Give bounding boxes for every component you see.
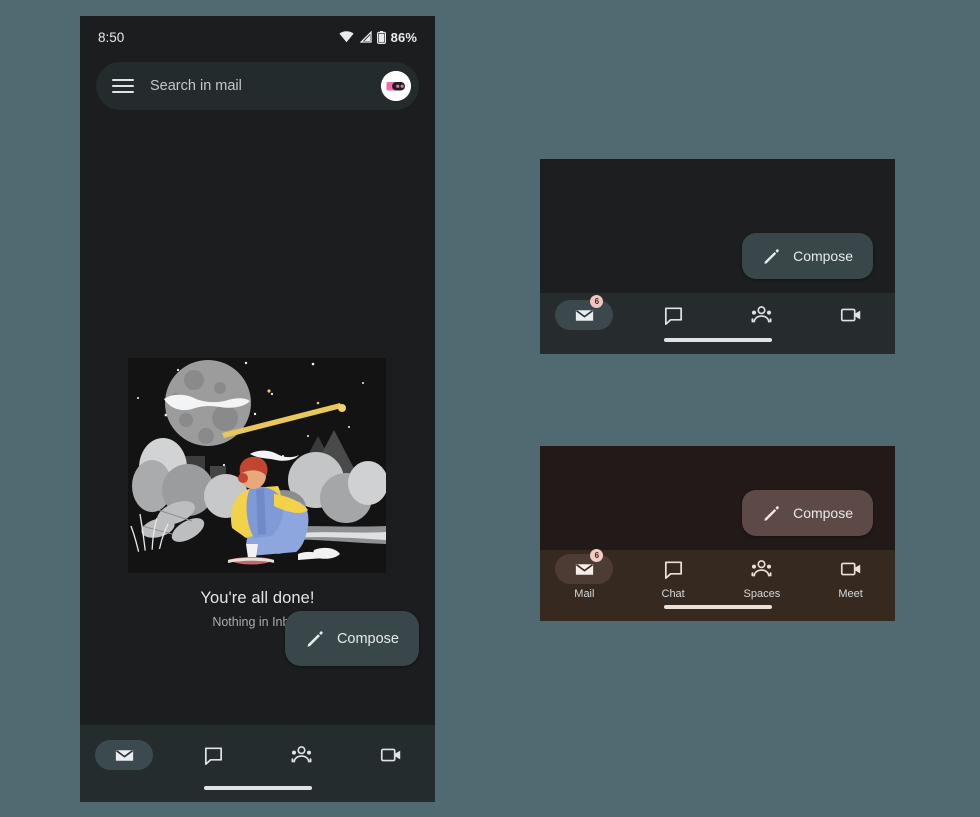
spaces-people-icon (749, 557, 774, 582)
nav-label-mail: Mail (574, 588, 595, 600)
nav-item-mail[interactable] (80, 725, 169, 785)
gesture-bar-area (80, 785, 435, 802)
pencil-icon (305, 629, 325, 649)
nav-item-chat-brown[interactable]: Chat (629, 550, 718, 604)
nav-item-mail-brown[interactable]: 6 Mail (540, 549, 629, 604)
nav-item-spaces-brown[interactable]: Spaces (718, 550, 807, 604)
pencil-icon (762, 504, 781, 523)
hamburger-menu-icon[interactable] (112, 79, 134, 93)
signal-icon (359, 31, 372, 43)
nav-pill-spaces (273, 740, 331, 770)
status-bar: 8:50 86% (80, 16, 435, 58)
search-bar[interactable]: Search in mail (96, 62, 419, 110)
compose-button[interactable]: Compose (284, 611, 419, 666)
battery-icon (376, 30, 386, 44)
bottom-navigation-bar-brown: 6 Mail Chat Spaces Meet (540, 549, 895, 604)
gesture-bar-brown[interactable] (663, 605, 772, 609)
nav-pill-mail-brown: 6 (555, 549, 614, 584)
nav-item-meet-dark[interactable] (806, 293, 895, 337)
gesture-bar-dark[interactable] (663, 338, 772, 342)
compose-button-label: Compose (336, 630, 399, 647)
video-camera-icon (379, 743, 403, 767)
gesture-bar[interactable] (203, 786, 312, 790)
video-camera-icon (839, 557, 863, 581)
account-avatar[interactable] (381, 71, 411, 101)
nav-pill-chat-dark (644, 300, 702, 330)
phone-screen-main: 8:50 86% Search in mail You're all done!… (80, 16, 435, 802)
search-bar-container: Search in mail (80, 62, 435, 110)
nav-pill-chat (184, 740, 242, 770)
compose-button-brown[interactable]: Compose (742, 490, 873, 536)
page-title: You're all done! (200, 589, 315, 607)
video-camera-icon (839, 303, 863, 327)
nav-item-spaces[interactable] (258, 725, 347, 785)
mail-badge-brown: 6 (590, 549, 604, 562)
panel-dark-body: Compose (540, 159, 895, 293)
status-bar-time: 8:50 (98, 29, 125, 45)
nav-pill-meet-dark (822, 300, 880, 330)
gesture-bar-area-dark (540, 337, 895, 354)
bottom-navigation-bar-dark: 6 (540, 293, 895, 337)
battery-percent-label: 86% (390, 29, 417, 45)
nav-label-meet: Meet (838, 588, 863, 600)
nav-pill-mail-dark: 6 (555, 295, 614, 330)
nav-item-meet-brown[interactable]: Meet (806, 550, 895, 604)
panel-brown-theme: Compose 6 Mail Chat Spaces Meet (540, 446, 895, 621)
mail-badge-dark: 6 (590, 295, 604, 308)
wifi-icon (339, 31, 354, 43)
nav-item-spaces-dark[interactable] (718, 293, 807, 337)
pencil-icon (762, 247, 781, 266)
inbox-empty-state-area: You're all done! Nothing in Inbox Compos… (80, 110, 435, 725)
search-input[interactable]: Search in mail (150, 78, 381, 94)
nav-pill-spaces-brown (733, 554, 791, 584)
nav-pill-meet-brown (822, 554, 880, 584)
compose-button-dark-label: Compose (793, 248, 853, 264)
spaces-people-icon (289, 743, 314, 768)
nav-item-chat[interactable] (169, 725, 258, 785)
chat-bubble-icon (662, 558, 685, 581)
mail-icon (113, 744, 136, 767)
night-sky-person-illustration (128, 358, 386, 573)
chat-bubble-icon (202, 744, 225, 767)
nav-item-meet[interactable] (346, 725, 435, 785)
nav-label-spaces: Spaces (743, 588, 781, 600)
gesture-bar-area-brown (540, 604, 895, 621)
screenshot-stage: 8:50 86% Search in mail You're all done!… (0, 0, 980, 817)
status-bar-indicators: 86% (339, 30, 417, 45)
panel-brown-body: Compose (540, 446, 895, 550)
nav-pill-spaces-dark (733, 300, 791, 330)
nav-pill-mail (95, 740, 154, 770)
nav-label-chat: Chat (661, 588, 685, 600)
compose-button-dark[interactable]: Compose (742, 233, 873, 279)
chat-bubble-icon (662, 304, 685, 327)
nav-item-mail-dark[interactable]: 6 (540, 293, 629, 337)
spaces-people-icon (749, 303, 774, 328)
nav-pill-chat-brown (644, 554, 702, 584)
nav-item-chat-dark[interactable] (629, 293, 718, 337)
compose-button-brown-label: Compose (793, 505, 853, 521)
nav-pill-meet (362, 740, 420, 770)
panel-dark-theme: Compose 6 (540, 159, 895, 354)
bottom-navigation-bar (80, 725, 435, 785)
